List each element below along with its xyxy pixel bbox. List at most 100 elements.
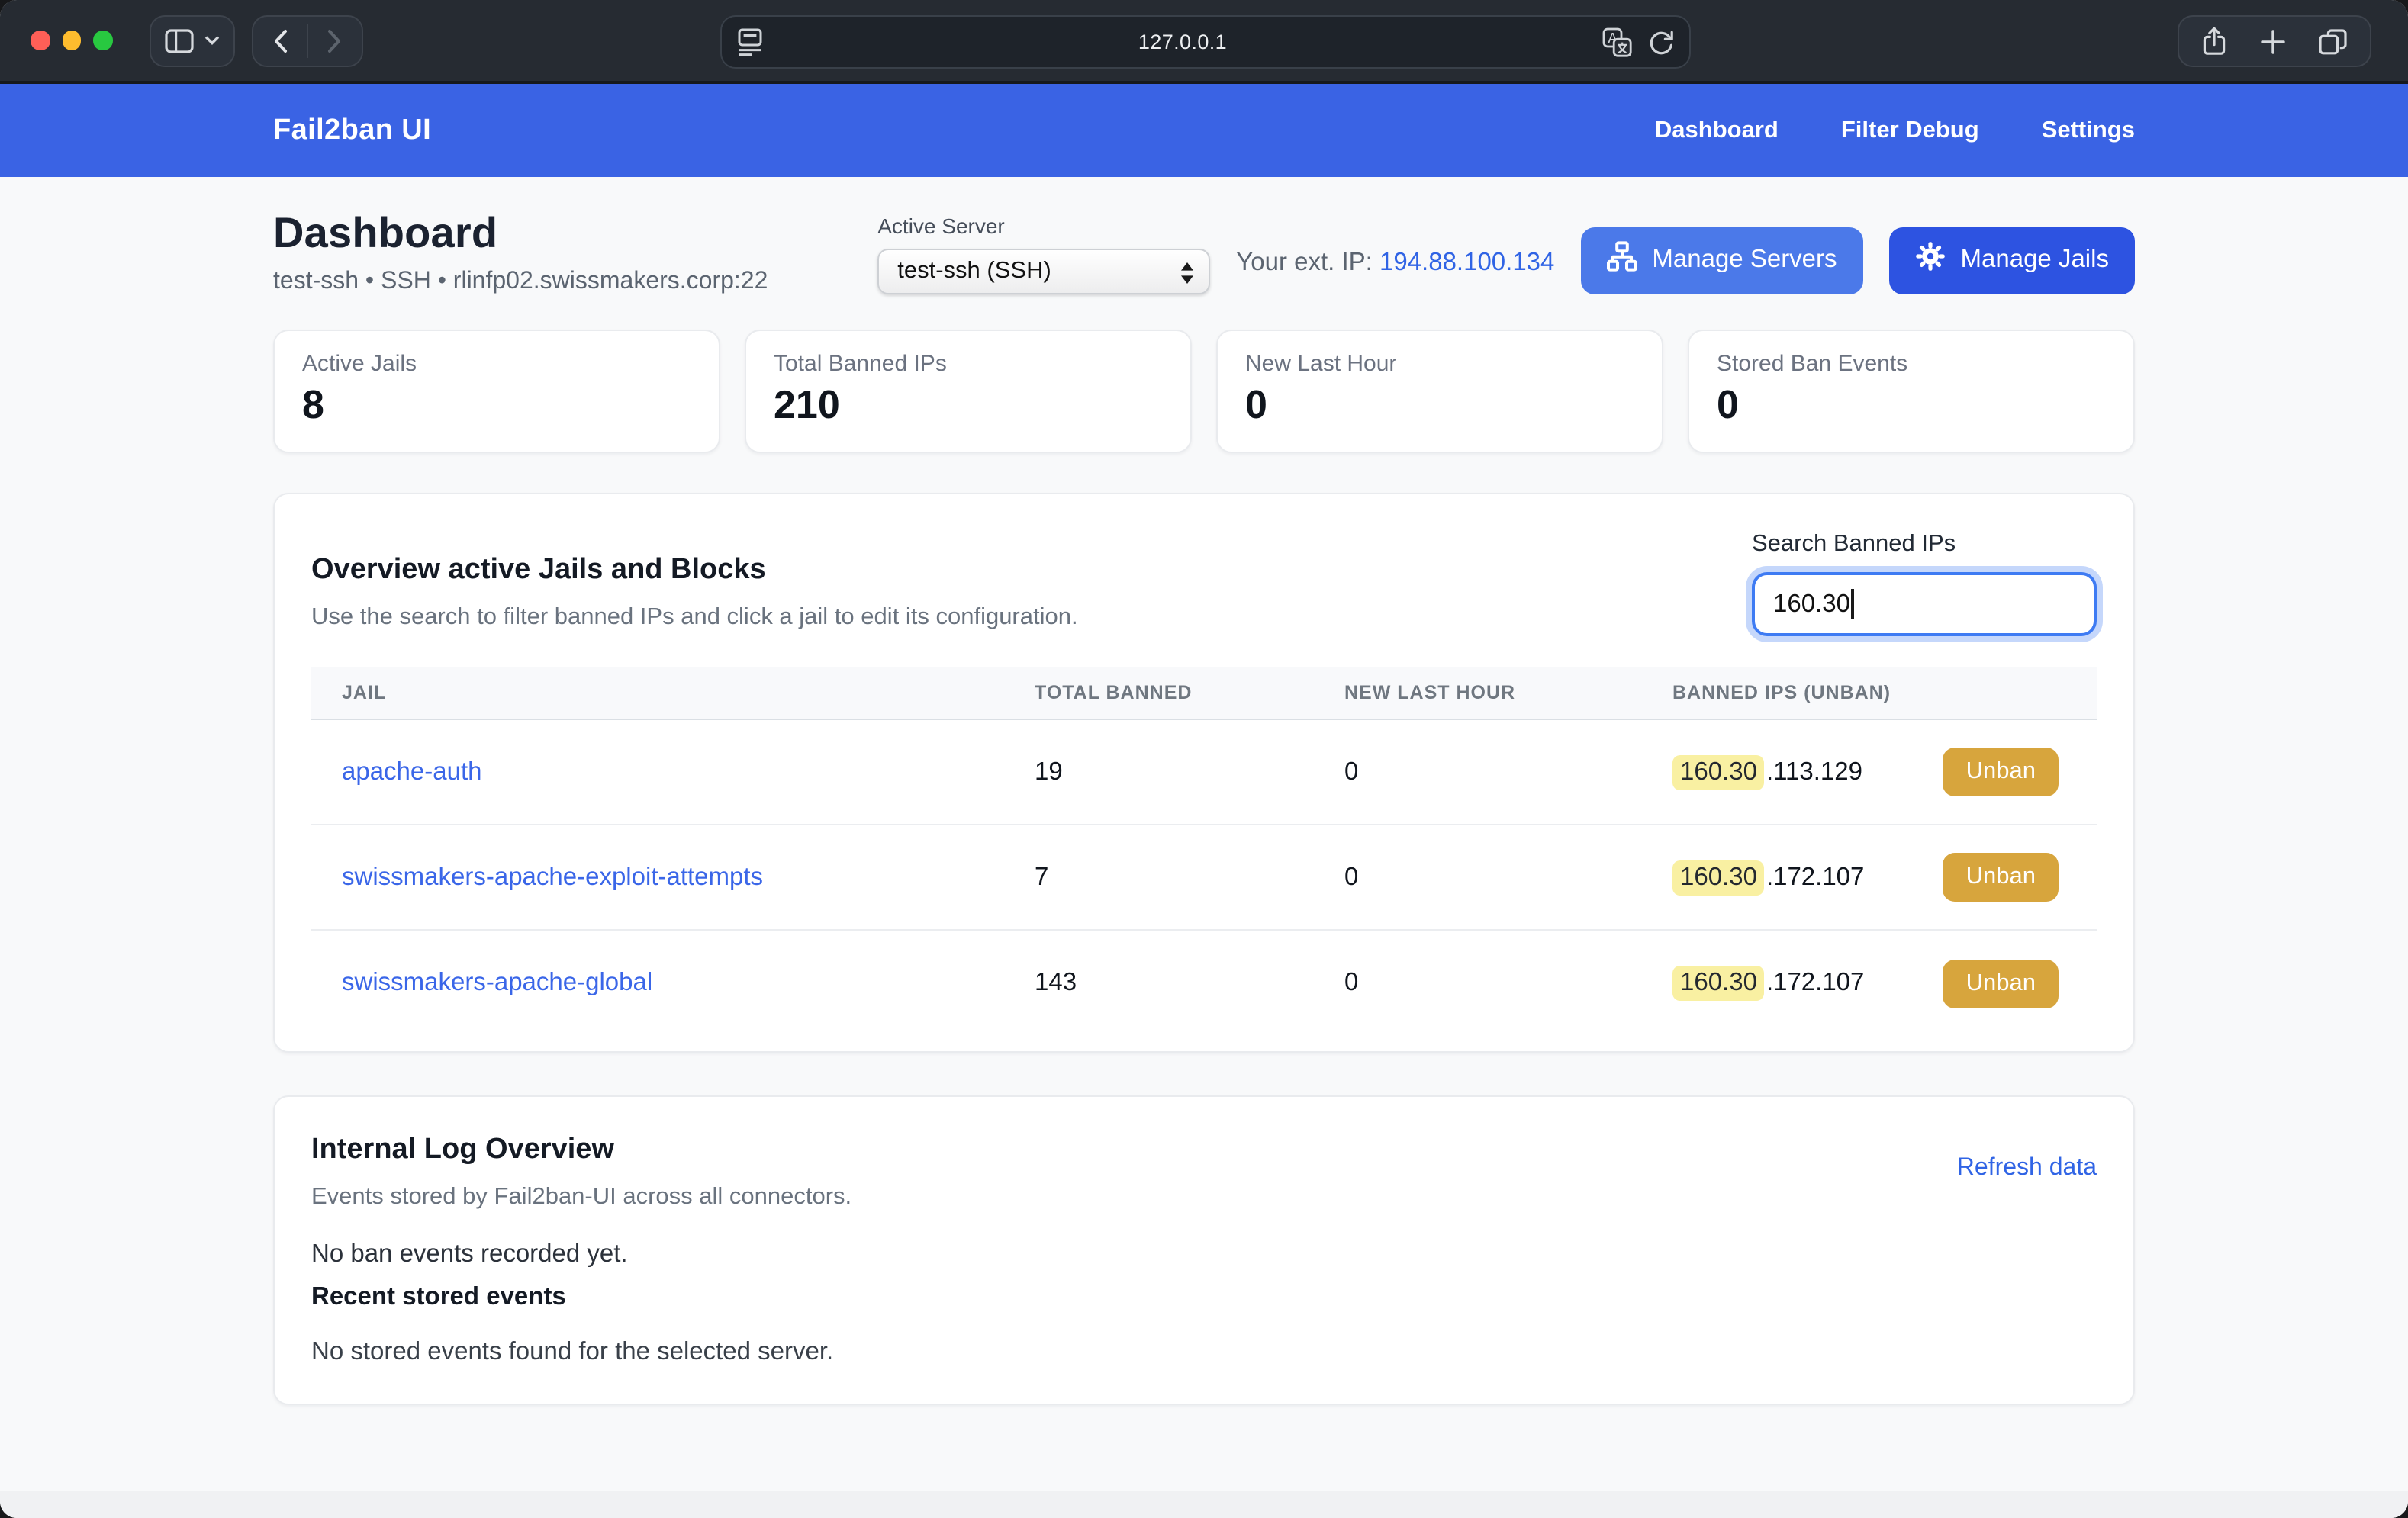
ip-highlight: 160.30 xyxy=(1672,966,1765,1001)
recent-stored-events-title: Recent stored events xyxy=(311,1283,2097,1312)
stat-cards: Active Jails 8 Total Banned IPs 210 New … xyxy=(273,330,2135,453)
stat-card-stored-ban-events: Stored Ban Events 0 xyxy=(1688,330,2135,453)
table-row: apache-auth 19 0 160.30 .113.129 Unban xyxy=(311,720,2097,825)
stat-card-new-last-hour: New Last Hour 0 xyxy=(1216,330,1663,453)
nav-links: Dashboard Filter Debug Settings xyxy=(1655,117,2135,144)
column-header-banned-ips: BANNED IPS (UNBAN) xyxy=(1642,682,2097,703)
jail-link[interactable]: swissmakers-apache-global xyxy=(342,969,652,996)
unban-button[interactable]: Unban xyxy=(1943,853,2059,902)
stat-card-active-jails: Active Jails 8 xyxy=(273,330,720,453)
sitemap-icon xyxy=(1606,241,1637,279)
sidebar-toggle-button[interactable] xyxy=(149,14,234,66)
stat-card-total-banned: Total Banned IPs 210 xyxy=(745,330,1192,453)
page-title: Dashboard xyxy=(273,209,768,258)
minimize-window-button[interactable] xyxy=(62,31,81,50)
stat-value: 0 xyxy=(1245,381,1634,429)
total-banned-value: 143 xyxy=(1004,969,1314,998)
chevron-down-icon xyxy=(204,35,219,46)
brand-link[interactable]: Fail2ban UI xyxy=(273,114,431,147)
ip-rest: .172.107 xyxy=(1766,863,1864,892)
no-stored-events-text: No stored events found for the selected … xyxy=(311,1338,2097,1367)
stat-label: Active Jails xyxy=(302,351,691,377)
refresh-data-link[interactable]: Refresh data xyxy=(1957,1155,2097,1182)
stat-label: Total Banned IPs xyxy=(774,351,1163,377)
ip-highlight: 160.30 xyxy=(1672,754,1765,790)
tab-overview-icon[interactable] xyxy=(2318,27,2348,56)
search-value: 160.30 xyxy=(1773,590,1850,619)
new-tab-icon[interactable] xyxy=(2260,28,2286,54)
back-button[interactable] xyxy=(272,28,288,53)
active-server-label: Active Server xyxy=(877,214,1210,238)
page-header: Dashboard test-ssh • SSH • rlinfp02.swis… xyxy=(273,177,2135,296)
page-settings-icon[interactable] xyxy=(737,27,763,56)
stat-value: 210 xyxy=(774,381,1163,429)
stat-label: New Last Hour xyxy=(1245,351,1634,377)
external-ip: Your ext. IP: 194.88.100.134 xyxy=(1236,249,1554,278)
unban-button[interactable]: Unban xyxy=(1943,748,2059,796)
new-last-hour-value: 0 xyxy=(1314,757,1642,786)
app-navbar: Fail2ban UI Dashboard Filter Debug Setti… xyxy=(0,84,2408,177)
jails-overview-card: Overview active Jails and Blocks Use the… xyxy=(273,493,2135,1053)
manage-servers-button[interactable]: Manage Servers xyxy=(1580,227,1862,294)
table-row: swissmakers-apache-global 143 0 160.30 .… xyxy=(311,931,2097,1036)
zoom-window-button[interactable] xyxy=(93,31,112,50)
ip-highlight: 160.30 xyxy=(1672,860,1765,895)
share-icon[interactable] xyxy=(2200,26,2228,56)
search-input[interactable]: 160.30 xyxy=(1752,572,2097,636)
external-ip-value[interactable]: 194.88.100.134 xyxy=(1379,249,1554,276)
nav-link-settings[interactable]: Settings xyxy=(2042,117,2135,144)
external-ip-label: Your ext. IP: xyxy=(1236,249,1373,276)
server-summary: test-ssh • SSH • rlinfp02.swissmakers.co… xyxy=(273,269,768,296)
stat-value: 0 xyxy=(1717,381,2106,429)
jails-table: JAIL TOTAL BANNED NEW LAST HOUR BANNED I… xyxy=(311,667,2097,1036)
translate-icon[interactable]: A xyxy=(1602,27,1633,57)
table-row: swissmakers-apache-exploit-attempts 7 0 … xyxy=(311,825,2097,931)
nav-link-filter-debug[interactable]: Filter Debug xyxy=(1841,117,1979,144)
column-header-jail: JAIL xyxy=(311,682,1004,703)
unban-button[interactable]: Unban xyxy=(1943,959,2059,1008)
browser-titlebar: 127.0.0.1 A xyxy=(0,0,2408,84)
column-header-new-last-hour: NEW LAST HOUR xyxy=(1314,682,1642,703)
nav-link-dashboard[interactable]: Dashboard xyxy=(1655,117,1779,144)
jail-link[interactable]: swissmakers-apache-exploit-attempts xyxy=(342,863,763,890)
toolbar-actions xyxy=(2178,15,2371,67)
select-stepper-icon xyxy=(1180,261,1195,285)
new-last-hour-value: 0 xyxy=(1314,863,1642,892)
column-header-total-banned: TOTAL BANNED xyxy=(1004,682,1314,703)
url-text: 127.0.0.1 xyxy=(763,31,1602,53)
total-banned-value: 19 xyxy=(1004,757,1314,786)
page-bottom-strip xyxy=(0,1491,2408,1518)
manage-servers-label: Manage Servers xyxy=(1652,246,1837,275)
search-label: Search Banned IPs xyxy=(1752,531,2097,558)
page-content: Dashboard test-ssh • SSH • rlinfp02.swis… xyxy=(0,177,2408,1518)
jail-link[interactable]: apache-auth xyxy=(342,757,482,785)
log-subtitle: Events stored by Fail2ban-UI across all … xyxy=(311,1184,851,1211)
overview-title: Overview active Jails and Blocks xyxy=(311,554,1078,587)
table-header-row: JAIL TOTAL BANNED NEW LAST HOUR BANNED I… xyxy=(311,667,2097,720)
history-navigation xyxy=(251,14,362,66)
text-caret xyxy=(1852,589,1854,619)
overview-subtitle: Use the search to filter banned IPs and … xyxy=(311,604,1078,632)
no-ban-events-text: No ban events recorded yet. xyxy=(311,1240,2097,1269)
close-window-button[interactable] xyxy=(31,31,50,50)
sidebar-icon xyxy=(164,28,193,53)
internal-log-card: Internal Log Overview Events stored by F… xyxy=(273,1095,2135,1405)
total-banned-value: 7 xyxy=(1004,863,1314,892)
window-controls xyxy=(31,31,112,50)
stat-value: 8 xyxy=(302,381,691,429)
forward-button[interactable] xyxy=(326,28,341,53)
manage-jails-label: Manage Jails xyxy=(1961,246,2109,275)
reload-icon[interactable] xyxy=(1648,28,1674,56)
active-server-select[interactable]: test-ssh (SSH) xyxy=(877,249,1210,294)
browser-window: 127.0.0.1 A xyxy=(0,0,2408,1518)
new-last-hour-value: 0 xyxy=(1314,969,1642,998)
manage-jails-button[interactable]: Manage Jails xyxy=(1889,227,2135,294)
ip-rest: .113.129 xyxy=(1766,757,1862,786)
address-bar[interactable]: 127.0.0.1 A xyxy=(720,15,1691,69)
divider xyxy=(306,24,307,57)
gear-icon xyxy=(1915,241,1946,279)
ip-rest: .172.107 xyxy=(1766,969,1864,998)
active-server-value: test-ssh (SSH) xyxy=(897,258,1051,285)
stat-label: Stored Ban Events xyxy=(1717,351,2106,377)
log-title: Internal Log Overview xyxy=(311,1134,851,1167)
